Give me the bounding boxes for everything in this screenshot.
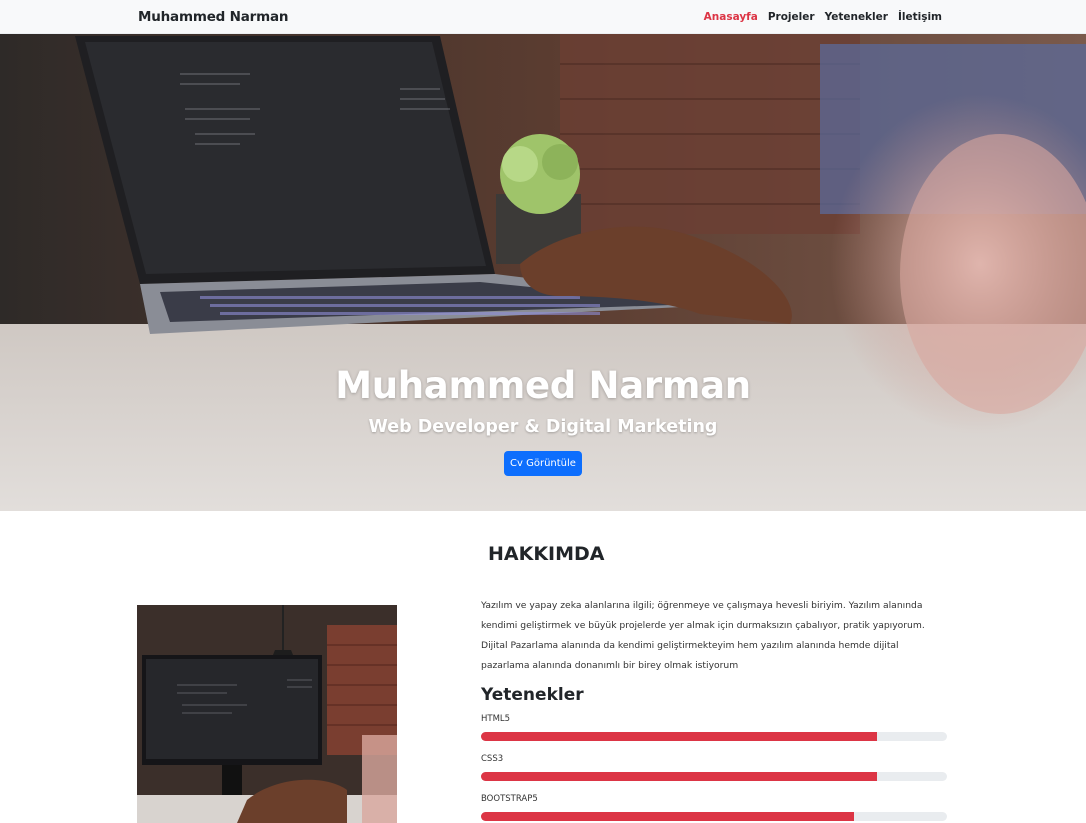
cv-view-button[interactable]: Cv Görüntüle [504,451,582,476]
skill-label: HTML5 [481,714,511,724]
skill-html5: HTML5 [481,714,947,741]
hero-title: Muhammed Narman [335,364,751,407]
skill-label: CSS3 [481,754,504,764]
skill-progress-fill [481,812,854,821]
about-title: HAKKIMDA [488,543,605,565]
nav-links: Anasayfa Projeler Yetenekler İletişim [704,11,942,23]
hero-subtitle: Web Developer & Digital Marketing [368,417,718,437]
brand-link[interactable]: Muhammed Narman [138,9,288,25]
skill-progress-fill [481,732,878,741]
nav-link-projeler[interactable]: Projeler [768,11,815,23]
skill-label: BOOTSTRAP5 [481,794,538,804]
skills-title: Yetenekler [481,685,584,705]
skill-css3: CSS3 [481,754,947,781]
navbar: Muhammed Narman Anasayfa Projeler Yetene… [0,0,1086,34]
hero-section: Muhammed Narman Web Developer & Digital … [0,34,1086,511]
nav-link-iletisim[interactable]: İletişim [898,11,942,23]
skill-progress-track [481,812,947,821]
nav-link-yetenekler[interactable]: Yetenekler [825,11,888,23]
skill-progress-track [481,772,947,781]
about-image [137,605,397,823]
nav-link-anasayfa[interactable]: Anasayfa [704,11,758,23]
skill-progress-fill [481,772,878,781]
skill-progress-track [481,732,947,741]
hero-text: Muhammed Narman Web Developer & Digital … [0,364,1086,476]
skill-bootstrap5: BOOTSTRAP5 [481,794,947,821]
about-text: Yazılım ve yapay zeka alanlarına ilgili;… [481,600,925,671]
